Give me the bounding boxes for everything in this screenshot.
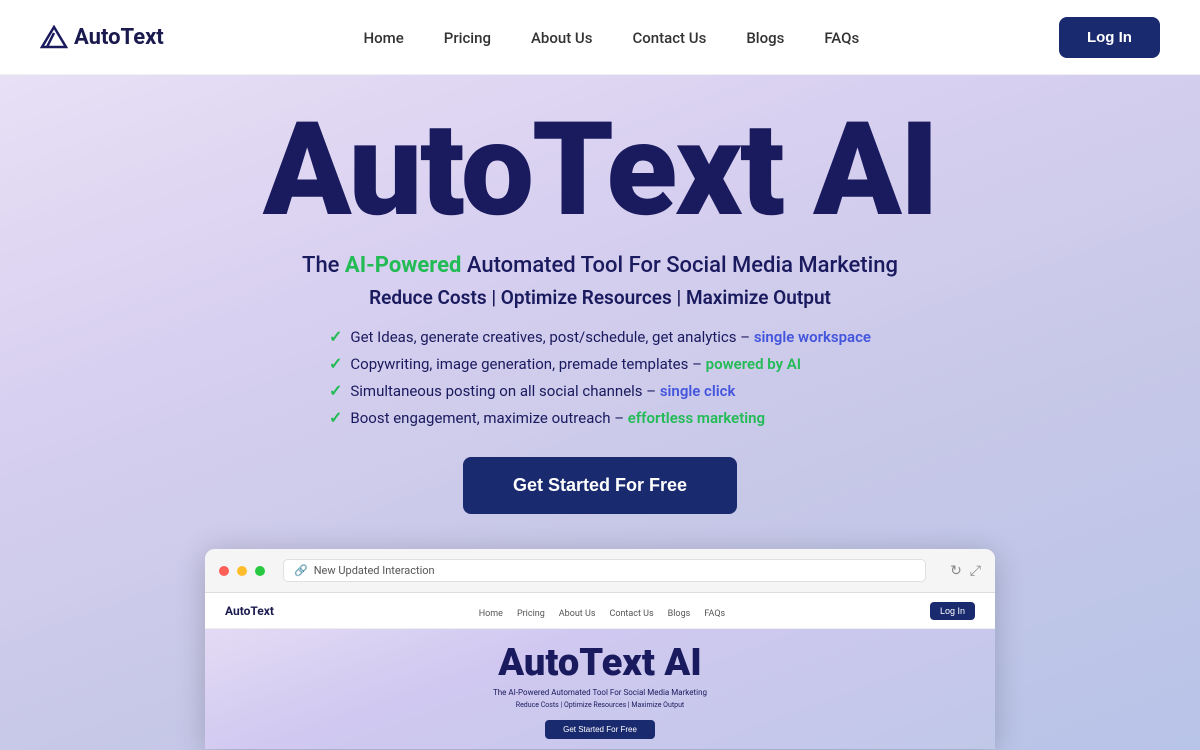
mini-hero-tagline: Reduce Costs | Optimize Resources | Maxi… (225, 701, 975, 709)
feature-2-text: Copywriting, image generation, premade t… (350, 355, 801, 373)
fullscreen-icon[interactable]: ⤢ (970, 563, 981, 579)
mini-hero-title: AutoText AI (225, 644, 975, 682)
checkmark-1: ✓ (329, 327, 342, 346)
feature-2-highlight: powered by AI (706, 355, 801, 373)
logo-text: AutoText (74, 25, 164, 50)
mini-nav-pricing[interactable]: Pricing (517, 609, 545, 619)
browser-url-bar[interactable]: 🔗 New Updated Interaction (283, 559, 926, 582)
mini-nav-faqs[interactable]: FAQs (704, 609, 725, 619)
mini-nav-about[interactable]: About Us (559, 609, 596, 619)
logo[interactable]: AutoText (40, 25, 164, 50)
navbar: AutoText Home Pricing About Us Contact U… (0, 0, 1200, 75)
mini-nav-contact[interactable]: Contact Us (609, 609, 653, 619)
mini-nav-blogs[interactable]: Blogs (668, 609, 691, 619)
nav-home[interactable]: Home (364, 29, 404, 47)
mini-hero: AutoText AI The AI-Powered Automated Too… (205, 629, 995, 749)
nav-faqs[interactable]: FAQs (824, 29, 859, 47)
nav-links: Home Pricing About Us Contact Us Blogs F… (364, 28, 860, 47)
logo-icon (40, 25, 68, 49)
hero-subtitle: The AI-Powered Automated Tool For Social… (302, 253, 898, 278)
mini-hero-subtitle: The AI-Powered Automated Tool For Social… (225, 688, 975, 697)
hero-subtitle-prefix: The (302, 253, 345, 278)
url-text: New Updated Interaction (314, 564, 435, 577)
feature-3: ✓ Simultaneous posting on all social cha… (329, 381, 735, 400)
mini-login-button[interactable]: Log In (930, 602, 975, 620)
checkmark-4: ✓ (329, 408, 342, 427)
browser-content: AutoText Home Pricing About Us Contact U… (205, 593, 995, 749)
feature-2: ✓ Copywriting, image generation, premade… (329, 354, 801, 373)
nav-about[interactable]: About Us (531, 29, 593, 47)
nav-pricing[interactable]: Pricing (444, 29, 491, 47)
login-button[interactable]: Log In (1059, 17, 1160, 58)
mini-logo: AutoText (225, 604, 274, 618)
feature-4-text: Boost engagement, maximize outreach – ef… (350, 409, 765, 427)
mini-nav-links: Home Pricing About Us Contact Us Blogs F… (479, 601, 725, 620)
feature-3-text: Simultaneous posting on all social chann… (350, 382, 735, 400)
browser-bar: 🔗 New Updated Interaction ↻ ⤢ (205, 549, 995, 593)
browser-dot-yellow (237, 566, 247, 576)
mini-navbar: AutoText Home Pricing About Us Contact U… (205, 593, 995, 629)
feature-1: ✓ Get Ideas, generate creatives, post/sc… (329, 327, 871, 346)
checkmark-3: ✓ (329, 381, 342, 400)
hero-subtitle-highlight: AI-Powered (345, 253, 462, 278)
cta-button[interactable]: Get Started For Free (463, 457, 737, 514)
feature-4: ✓ Boost engagement, maximize outreach – … (329, 408, 765, 427)
hero-tagline: Reduce Costs | Optimize Resources | Maxi… (369, 286, 831, 309)
browser-mockup: 🔗 New Updated Interaction ↻ ⤢ AutoText H… (205, 549, 995, 749)
hero-section: AutoText AI The AI-Powered Automated Too… (0, 75, 1200, 750)
refresh-icon[interactable]: ↻ (950, 563, 962, 579)
hero-title: AutoText AI (263, 105, 937, 235)
checkmark-2: ✓ (329, 354, 342, 373)
browser-dot-green (255, 566, 265, 576)
link-icon: 🔗 (294, 564, 308, 577)
feature-1-text: Get Ideas, generate creatives, post/sche… (350, 328, 871, 346)
hero-features-list: ✓ Get Ideas, generate creatives, post/sc… (329, 327, 871, 427)
feature-1-highlight: single workspace (754, 328, 871, 346)
nav-contact[interactable]: Contact Us (632, 29, 706, 47)
hero-subtitle-suffix: Automated Tool For Social Media Marketin… (461, 253, 898, 278)
nav-blogs[interactable]: Blogs (746, 29, 784, 47)
feature-4-highlight: effortless marketing (628, 409, 765, 427)
browser-dot-red (219, 566, 229, 576)
feature-3-highlight: single click (660, 382, 736, 400)
mini-nav-home[interactable]: Home (479, 609, 503, 619)
mini-cta-button[interactable]: Get Started For Free (545, 720, 655, 739)
